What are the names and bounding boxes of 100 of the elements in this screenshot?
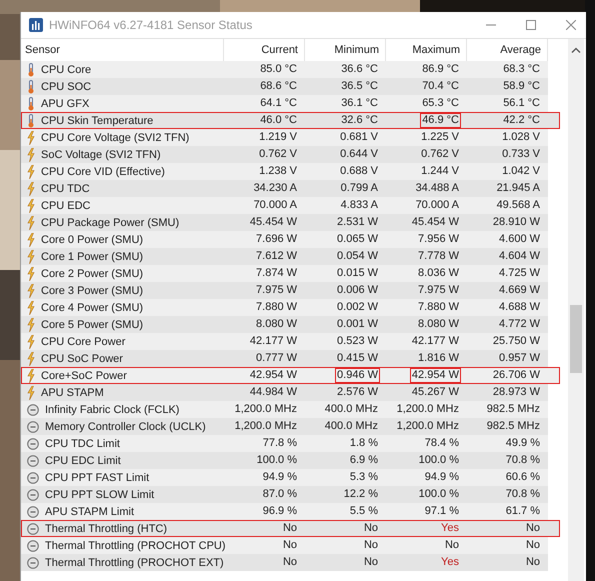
table-row[interactable]: Thermal Throttling (PROCHOT EXT) No No Yes No <box>21 554 548 571</box>
table-row[interactable]: Thermal Throttling (HTC) No No Yes No <box>21 520 560 537</box>
sensor-value: 1,200.0 MHz <box>396 402 460 417</box>
table-row[interactable]: CPU TDC Limit 77.8 % 1.8 % 78.4 % 49.9 % <box>21 435 548 452</box>
sensor-name: CPU PPT SLOW Limit <box>45 488 154 500</box>
lightning-icon <box>27 148 35 162</box>
table-row[interactable]: CPU SOC 68.6 °C 36.5 °C 70.4 °C 58.9 °C <box>21 78 548 95</box>
table-row[interactable]: APU GFX 64.1 °C 36.1 °C 65.3 °C 56.1 °C <box>21 95 548 112</box>
sensor-value: 4.833 A <box>340 198 379 213</box>
table-row[interactable]: CPU PPT FAST Limit 94.9 % 5.3 % 94.9 % 60.6 % <box>21 469 548 486</box>
sensor-name: Core 0 Power (SMU) <box>41 234 144 246</box>
sensor-value: 0.065 W <box>336 232 379 247</box>
sensor-value: 7.880 W <box>255 300 298 315</box>
sensor-name: CPU Core <box>41 64 92 76</box>
sensor-name: CPU PPT FAST Limit <box>45 472 150 484</box>
sensor-name: Core+SoC Power <box>41 370 127 382</box>
sensor-value: 0.015 W <box>336 266 379 281</box>
sensor-value: 34.488 A <box>414 181 460 196</box>
sensor-name: CPU Skin Temperature <box>41 114 154 126</box>
table-row[interactable]: Infinity Fabric Clock (FCLK) 1,200.0 MHz 400.0 MHz 1,200.0 MHz 982.5 MHz <box>21 401 548 418</box>
maximize-icon[interactable] <box>526 20 536 30</box>
sensor-value: 46.0 °C <box>259 113 298 128</box>
sensor-value: 1,200.0 MHz <box>234 419 298 434</box>
sensor-value: 0.688 V <box>339 164 379 179</box>
sensor-value: 4.604 W <box>498 249 541 264</box>
sensor-value: 0.001 W <box>336 317 379 332</box>
table-row[interactable]: CPU Core 85.0 °C 36.6 °C 86.9 °C 68.3 °C <box>21 61 548 78</box>
sensor-value: 2.531 W <box>336 215 379 230</box>
sensor-value: 60.6 % <box>504 470 541 485</box>
sensor-value: 4.725 W <box>498 266 541 281</box>
table-row[interactable]: Memory Controller Clock (UCLK) 1,200.0 MHz 400.0 MHz 1,200.0 MHz 982.5 MHz <box>21 418 548 435</box>
app-icon <box>29 18 43 32</box>
sensor-value: 0.415 W <box>336 351 379 366</box>
scrollbar[interactable] <box>568 39 584 581</box>
table-row[interactable]: Core 0 Power (SMU) 7.696 W 0.065 W 7.956 W 4.600 W <box>21 231 548 248</box>
table-row[interactable]: Core 2 Power (SMU) 7.874 W 0.015 W 8.036 W 4.725 W <box>21 265 548 282</box>
lightning-icon <box>27 266 35 280</box>
gauge-icon <box>27 454 39 466</box>
table-row[interactable]: APU STAPM Limit 96.9 % 5.5 % 97.1 % 61.7 % <box>21 503 548 520</box>
lightning-icon <box>27 386 35 400</box>
sensor-name: Thermal Throttling (HTC) <box>45 522 168 534</box>
table-row[interactable]: Thermal Throttling (PROCHOT CPU) No No No No <box>21 537 548 554</box>
lightning-icon <box>27 300 35 314</box>
table-row[interactable]: SoC Voltage (SVI2 TFN) 0.762 V 0.644 V 0.762 V 0.733 V <box>21 146 548 163</box>
lightning-icon <box>27 334 35 348</box>
table-row[interactable]: CPU SoC Power 0.777 W 0.415 W 1.816 W 0.957 W <box>21 350 548 367</box>
sensor-name: Memory Controller Clock (UCLK) <box>45 420 206 432</box>
sensor-value: 1.219 V <box>258 130 298 145</box>
sensor-value: 0.681 V <box>339 130 379 145</box>
sensor-value: 42.954 W <box>410 368 461 383</box>
table-row[interactable]: CPU Core VID (Effective) 1.238 V 0.688 V 1.244 V 1.042 V <box>21 163 548 180</box>
sensor-value: 7.696 W <box>255 232 298 247</box>
sensor-value: 1.042 V <box>501 164 541 179</box>
table-row[interactable]: APU STAPM 44.984 W 2.576 W 45.267 W 28.973 W <box>21 384 548 401</box>
sensor-value: 4.688 W <box>498 300 541 315</box>
thermometer-icon <box>27 96 35 110</box>
sensor-name: Thermal Throttling (PROCHOT EXT) <box>45 556 224 568</box>
table-row[interactable]: CPU Core Power 42.177 W 0.523 W 42.177 W 25.750 W <box>21 333 548 350</box>
table-row[interactable]: Core 4 Power (SMU) 7.880 W 0.002 W 7.880 W 4.688 W <box>21 299 548 316</box>
sensor-name: CPU Core VID (Effective) <box>41 166 165 178</box>
sensor-value: 70.000 A <box>252 198 298 213</box>
sensor-value: No <box>282 555 298 570</box>
sensor-value: 68.3 °C <box>502 62 541 77</box>
table-row[interactable]: CPU EDC 70.000 A 4.833 A 70.000 A 49.568 A <box>21 197 548 214</box>
table-row[interactable]: Core 3 Power (SMU) 7.975 W 0.006 W 7.975 W 4.669 W <box>21 282 548 299</box>
sensor-value: 94.9 % <box>262 470 298 485</box>
table-row[interactable]: CPU Package Power (SMU) 45.454 W 2.531 W 45.454 W 28.910 W <box>21 214 548 231</box>
table-row[interactable]: CPU Skin Temperature 46.0 °C 32.6 °C 46.9 °C 42.2 °C <box>21 112 560 129</box>
sensor-value: 64.1 °C <box>259 96 298 111</box>
sensor-name: Core 3 Power (SMU) <box>41 284 144 296</box>
sensor-value: 65.3 °C <box>421 96 460 111</box>
sensor-value: 7.975 W <box>255 283 298 298</box>
close-icon[interactable] <box>566 20 576 30</box>
sensor-value: 0.946 W <box>335 368 380 383</box>
sensor-value: 61.7 % <box>504 504 541 519</box>
sensor-value: 0.762 V <box>258 147 298 162</box>
table-row[interactable]: Core 1 Power (SMU) 7.612 W 0.054 W 7.778 W 4.604 W <box>21 248 548 265</box>
sensor-value: 70.4 °C <box>421 79 460 94</box>
sensor-value: 400.0 MHz <box>324 419 379 434</box>
sensor-value: 34.230 A <box>252 181 298 196</box>
lightning-icon <box>27 216 35 230</box>
table-row[interactable]: CPU Core Voltage (SVI2 TFN) 1.219 V 0.681 V 1.225 V 1.028 V <box>21 129 548 146</box>
scroll-up-icon[interactable] <box>571 47 581 53</box>
sensor-name: CPU Core Voltage (SVI2 TFN) <box>41 132 190 144</box>
scrollbar-thumb[interactable] <box>570 305 582 373</box>
sensor-value: 1,200.0 MHz <box>396 419 460 434</box>
sensor-name: Core 5 Power (SMU) <box>41 318 144 330</box>
table-row[interactable]: Core+SoC Power 42.954 W 0.946 W 42.954 W 26.706 W <box>21 367 560 384</box>
sensor-name: Core 1 Power (SMU) <box>41 250 144 262</box>
sensor-value: 2.576 W <box>336 385 379 400</box>
sensor-value: 49.9 % <box>504 436 541 451</box>
table-row[interactable]: CPU EDC Limit 100.0 % 6.9 % 100.0 % 70.8 % <box>21 452 548 469</box>
sensor-value: 0.054 W <box>336 249 379 264</box>
gauge-icon <box>27 506 39 518</box>
table-row[interactable]: CPU TDC 34.230 A 0.799 A 34.488 A 21.945 A <box>21 180 548 197</box>
table-row[interactable]: Core 5 Power (SMU) 8.080 W 0.001 W 8.080 W 4.772 W <box>21 316 548 333</box>
sensor-value: 4.669 W <box>498 283 541 298</box>
sensor-value: 7.612 W <box>255 249 298 264</box>
table-row[interactable]: CPU PPT SLOW Limit 87.0 % 12.2 % 100.0 % 70.8 % <box>21 486 548 503</box>
sensor-value: 1.816 W <box>417 351 460 366</box>
